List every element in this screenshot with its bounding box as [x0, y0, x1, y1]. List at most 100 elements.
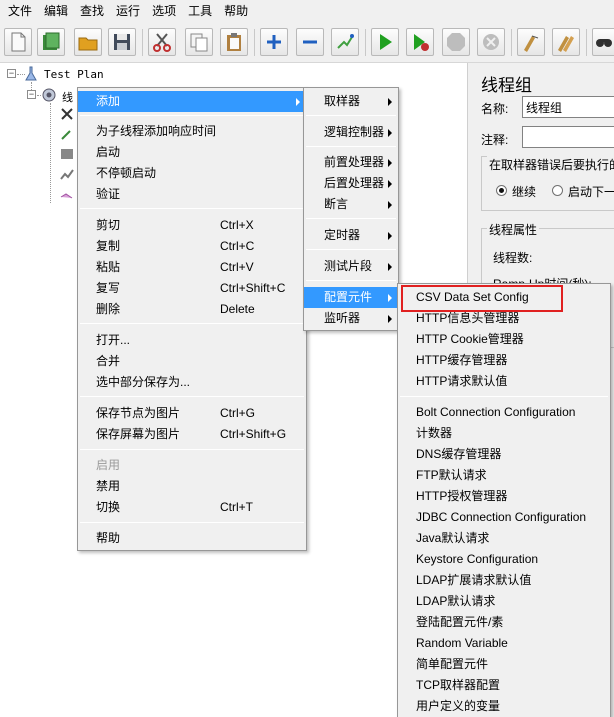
menu-edit[interactable]: 编辑 [38, 0, 74, 23]
tree-child-icon [61, 149, 73, 159]
tree-node-test-plan[interactable]: Test Plan [44, 68, 104, 81]
config-item-dns-cache-manager[interactable]: DNS缓存管理器 [398, 444, 610, 465]
config-item-ldap-request-defaults[interactable]: LDAP默认请求 [398, 591, 610, 612]
clear-icon [524, 35, 539, 52]
continue-radio[interactable] [496, 185, 507, 196]
menu-item-open[interactable]: 打开... [78, 330, 306, 351]
menu-item-duplicate[interactable]: 复写 Ctrl+Shift+C [78, 278, 306, 299]
config-item-ftp-request-defaults[interactable]: FTP默认请求 [398, 465, 610, 486]
collapse-icon [303, 40, 317, 44]
menu-item-toggle[interactable]: 切换 Ctrl+T [78, 497, 306, 518]
menu-item-help[interactable]: 帮助 [78, 528, 306, 549]
config-item-tcp-sampler-config[interactable]: TCP取样器配置 [398, 675, 610, 696]
config-item-http-auth-manager[interactable]: HTTP授权管理器 [398, 486, 610, 507]
menu-item-cut[interactable]: 剪切 Ctrl+X [78, 215, 306, 236]
start-button[interactable] [371, 28, 399, 56]
comment-field[interactable] [522, 126, 614, 148]
config-item-counter[interactable]: 计数器 [398, 423, 610, 444]
shutdown-button[interactable] [477, 28, 505, 56]
search-button[interactable] [592, 28, 614, 56]
menu-item-copy[interactable]: 复制 Ctrl+C [78, 236, 306, 257]
tree-child-icon [61, 130, 71, 140]
submenu-item-assertion[interactable]: 断言 [304, 194, 398, 215]
config-item-user-defined-variables[interactable]: 用户定义的变量 [398, 696, 610, 717]
menu-item-disable[interactable]: 禁用 [78, 476, 306, 497]
paste-button[interactable] [220, 28, 248, 56]
submenu-item-config-element[interactable]: 配置元件 [304, 287, 398, 308]
chevron-right-icon [388, 294, 392, 302]
shutdown-icon [483, 34, 499, 50]
start-icon [380, 34, 392, 50]
menu-item-save-screen-image[interactable]: 保存屏幕为图片 Ctrl+Shift+G [78, 424, 306, 445]
submenu-item-sampler[interactable]: 取样器 [304, 91, 398, 112]
panel-title: 线程组 [481, 76, 532, 95]
continue-radio-label[interactable]: 继续 [512, 183, 536, 200]
config-item-keystore-configuration[interactable]: Keystore Configuration [398, 549, 610, 570]
config-item-http-request-defaults[interactable]: HTTP请求默认值 [398, 371, 610, 392]
config-item-http-cookie-manager[interactable]: HTTP Cookie管理器 [398, 329, 610, 350]
start-next-radio-label[interactable]: 启动下一 [568, 183, 614, 200]
menu-item-delete[interactable]: 删除 Delete [78, 299, 306, 320]
new-button[interactable] [4, 28, 32, 56]
submenu-item-pre-processor[interactable]: 前置处理器 [304, 152, 398, 173]
menu-item-start[interactable]: 启动 [78, 142, 306, 163]
clear-all-icon [558, 36, 574, 52]
config-item-http-cache-manager[interactable]: HTTP缓存管理器 [398, 350, 610, 371]
config-item-simple-config[interactable]: 简单配置元件 [398, 654, 610, 675]
config-item-java-request-defaults[interactable]: Java默认请求 [398, 528, 610, 549]
menu-item-validate[interactable]: 验证 [78, 184, 306, 205]
start-next-radio[interactable] [552, 185, 563, 196]
comment-label: 注释: [481, 133, 509, 147]
chevron-right-icon [388, 129, 392, 137]
submenu-item-timer[interactable]: 定时器 [304, 225, 398, 246]
stop-button[interactable] [442, 28, 470, 56]
menu-tools[interactable]: 工具 [182, 0, 218, 23]
config-item-jdbc-connection[interactable]: JDBC Connection Configuration [398, 507, 610, 528]
menu-run[interactable]: 运行 [110, 0, 146, 23]
menu-help[interactable]: 帮助 [218, 0, 254, 23]
config-item-bolt-connection[interactable]: Bolt Connection Configuration [398, 402, 610, 423]
toggle-button[interactable] [331, 28, 359, 56]
menu-search[interactable]: 查找 [74, 0, 110, 23]
submenu-item-post-processor[interactable]: 后置处理器 [304, 173, 398, 194]
menu-item-add-think-time[interactable]: 为子线程添加响应时间 [78, 121, 306, 142]
threads-label: 线程数: [493, 251, 533, 265]
menu-item-add[interactable]: 添加 [78, 91, 306, 112]
submenu-item-test-fragment[interactable]: 测试片段 [304, 256, 398, 277]
menu-item-save-selection[interactable]: 选中部分保存为... [78, 372, 306, 393]
thread-group-icon [42, 88, 56, 102]
name-field[interactable]: 线程组 [522, 96, 614, 118]
templates-button[interactable] [37, 28, 65, 56]
stop-icon [447, 33, 465, 51]
config-item-csv-data-set[interactable]: CSV Data Set Config [398, 287, 610, 308]
name-label: 名称: [481, 102, 509, 116]
config-item-login-config[interactable]: 登陆配置元件/素 [398, 612, 610, 633]
add-submenu: 取样器 逻辑控制器 前置处理器 后置处理器 断言 定时器 测试片段 配置元件 监… [303, 87, 399, 331]
cut-button[interactable] [148, 28, 176, 56]
menu-options[interactable]: 选项 [146, 0, 182, 23]
config-item-random-variable[interactable]: Random Variable [398, 633, 610, 654]
start-no-pause-button[interactable] [406, 28, 434, 56]
menu-item-merge[interactable]: 合并 [78, 351, 306, 372]
clear-button[interactable] [517, 28, 545, 56]
menu-item-start-no-pause[interactable]: 不停顿启动 [78, 163, 306, 184]
clear-all-button[interactable] [552, 28, 580, 56]
expand-icon [267, 35, 281, 49]
expand-all-button[interactable] [260, 28, 288, 56]
chevron-right-icon [388, 201, 392, 209]
save-button[interactable] [108, 28, 136, 56]
menu-file[interactable]: 文件 [2, 0, 38, 23]
open-button[interactable] [74, 28, 102, 56]
submenu-item-listener[interactable]: 监听器 [304, 308, 398, 329]
collapse-all-button[interactable] [296, 28, 324, 56]
menu-item-save-node-image[interactable]: 保存节点为图片 Ctrl+G [78, 403, 306, 424]
config-item-http-header-manager[interactable]: HTTP信息头管理器 [398, 308, 610, 329]
thread-group-collapse-toggle[interactable]: − [27, 90, 36, 99]
submenu-item-logic-controller[interactable]: 逻辑控制器 [304, 122, 398, 143]
chevron-right-icon [388, 159, 392, 167]
menu-item-paste[interactable]: 粘贴 Ctrl+V [78, 257, 306, 278]
tree-node-thread-group[interactable]: 线 [62, 89, 73, 105]
tree-collapse-toggle[interactable]: − [7, 69, 16, 78]
config-item-ldap-extended-defaults[interactable]: LDAP扩展请求默认值 [398, 570, 610, 591]
copy-button[interactable] [185, 28, 213, 56]
